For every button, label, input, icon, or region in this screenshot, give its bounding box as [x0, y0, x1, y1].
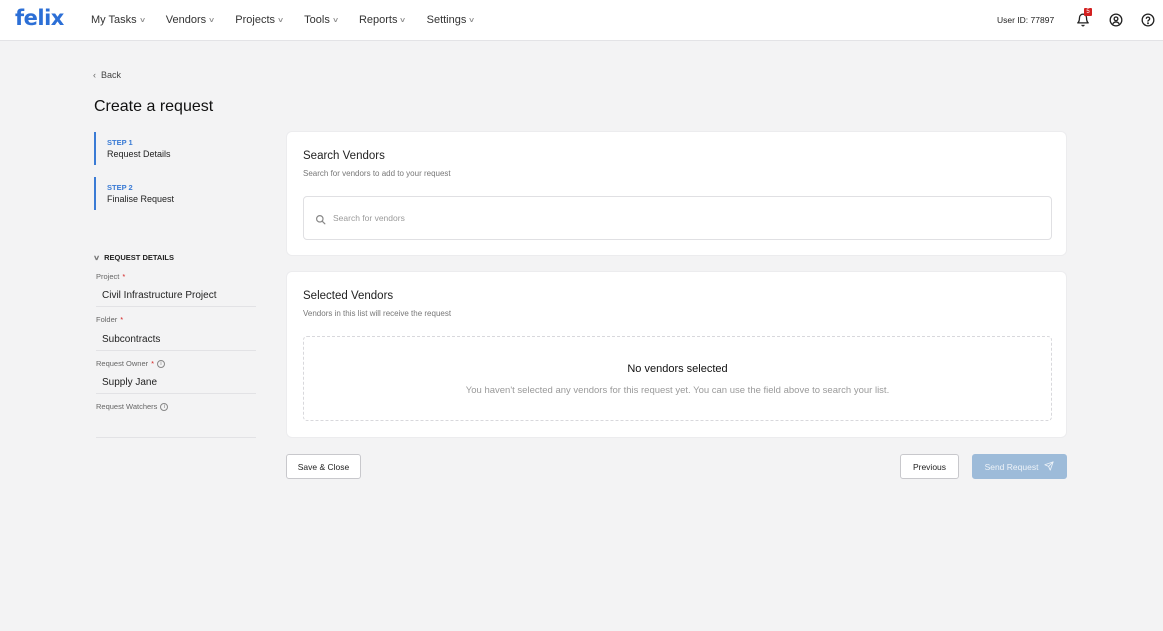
chevron-down-icon: ∨ — [331, 17, 339, 24]
help-icon[interactable] — [1139, 11, 1157, 29]
step-number: STEP 1 — [107, 138, 133, 147]
bell-icon[interactable]: 5 — [1074, 8, 1092, 29]
previous-button[interactable]: Previous — [900, 454, 959, 479]
required-mark: * — [122, 272, 126, 281]
divider — [96, 393, 256, 394]
divider — [96, 350, 256, 351]
search-box[interactable] — [303, 196, 1052, 240]
chevron-down-icon: ∨ — [468, 17, 476, 24]
nav-vendors[interactable]: Vendors ∨ — [165, 14, 216, 26]
send-request-label: Send Request — [984, 461, 1039, 472]
nav-label: Projects — [235, 14, 276, 26]
search-vendors-input[interactable] — [333, 208, 1033, 228]
nav-label: Settings — [426, 14, 467, 26]
back-label: Back — [101, 70, 122, 80]
nav-tools[interactable]: Tools ∨ — [304, 14, 339, 26]
required-mark: * — [151, 359, 155, 368]
top-nav-bar: felix My Tasks ∨ Vendors ∨ Projects ∨ Tools… — [0, 0, 1163, 41]
nav-label: Reports — [358, 14, 398, 26]
save-close-button[interactable]: Save & Close — [286, 454, 361, 479]
send-request-button[interactable]: Send Request — [972, 454, 1067, 479]
folder-value[interactable]: Subcontracts — [102, 334, 160, 345]
user-id-label: User ID: 77897 — [997, 15, 1055, 25]
card-title: Selected Vendors — [303, 290, 394, 302]
info-icon[interactable]: i — [157, 359, 166, 368]
card-title: Search Vendors — [303, 150, 385, 162]
project-label-text: Project — [96, 272, 120, 281]
step-finalise-request[interactable]: STEP 2 Finalise Request — [94, 177, 259, 210]
felix-logo[interactable]: felix — [15, 6, 64, 30]
chevron-down-icon: ∨ — [208, 17, 216, 24]
search-vendors-card: Search Vendors Search for vendors to add… — [286, 131, 1067, 256]
chevron-down-icon: ∨ — [399, 17, 407, 24]
request-watchers-label: Request Watchers i — [96, 402, 169, 411]
send-icon — [1044, 460, 1055, 473]
request-details-toggle[interactable]: ∨ REQUEST DETAILS — [92, 253, 174, 262]
request-owner-value[interactable]: Supply Jane — [102, 377, 157, 388]
step-name: Request Details — [107, 149, 171, 159]
request-owner-label: Request Owner * i — [96, 359, 166, 368]
main-nav: My Tasks ∨ Vendors ∨ Projects ∨ Tools ∨ Repo… — [91, 0, 495, 40]
notification-badge: 5 — [1084, 8, 1092, 16]
divider — [96, 437, 256, 438]
project-value[interactable]: Civil Infrastructure Project — [102, 290, 216, 301]
step-number: STEP 2 — [107, 183, 133, 192]
nav-settings[interactable]: Settings ∨ — [426, 14, 476, 26]
nav-projects[interactable]: Projects ∨ — [235, 14, 285, 26]
chevron-down-icon: ∨ — [138, 17, 146, 24]
nav-my-tasks[interactable]: My Tasks ∨ — [91, 14, 146, 26]
chevron-left-icon: ‹ — [93, 70, 96, 80]
chevron-down-icon: ∨ — [276, 17, 285, 24]
nav-label: Tools — [304, 14, 330, 26]
card-subtitle: Vendors in this list will receive the re… — [303, 309, 452, 318]
chevron-down-icon: ∨ — [92, 254, 101, 262]
nav-label: My Tasks — [91, 14, 137, 26]
required-mark: * — [120, 315, 124, 324]
page-title: Create a request — [94, 98, 214, 115]
search-icon — [315, 212, 326, 230]
owner-label-text: Request Owner — [96, 359, 149, 368]
project-label: Project * — [96, 272, 125, 281]
selected-vendors-card: Selected Vendors Vendors in this list wi… — [286, 271, 1067, 438]
info-icon[interactable]: i — [160, 402, 169, 411]
user-icon[interactable] — [1107, 11, 1125, 29]
nav-label: Vendors — [165, 14, 207, 26]
card-subtitle: Search for vendors to add to your reques… — [303, 169, 451, 178]
nav-reports[interactable]: Reports ∨ — [358, 14, 407, 26]
watchers-label-text: Request Watchers — [96, 402, 158, 411]
empty-state-text: You haven't selected any vendors for thi… — [465, 385, 890, 396]
folder-label-text: Folder — [96, 315, 118, 324]
folder-label: Folder * — [96, 315, 123, 324]
empty-state-title: No vendors selected — [627, 363, 728, 375]
step-request-details[interactable]: STEP 1 Request Details — [94, 132, 259, 165]
back-link[interactable]: ‹ Back — [93, 70, 121, 80]
step-name: Finalise Request — [107, 194, 175, 204]
request-details-heading: REQUEST DETAILS — [104, 253, 174, 262]
divider — [96, 306, 256, 307]
empty-state: No vendors selected You haven't selected… — [303, 336, 1052, 421]
